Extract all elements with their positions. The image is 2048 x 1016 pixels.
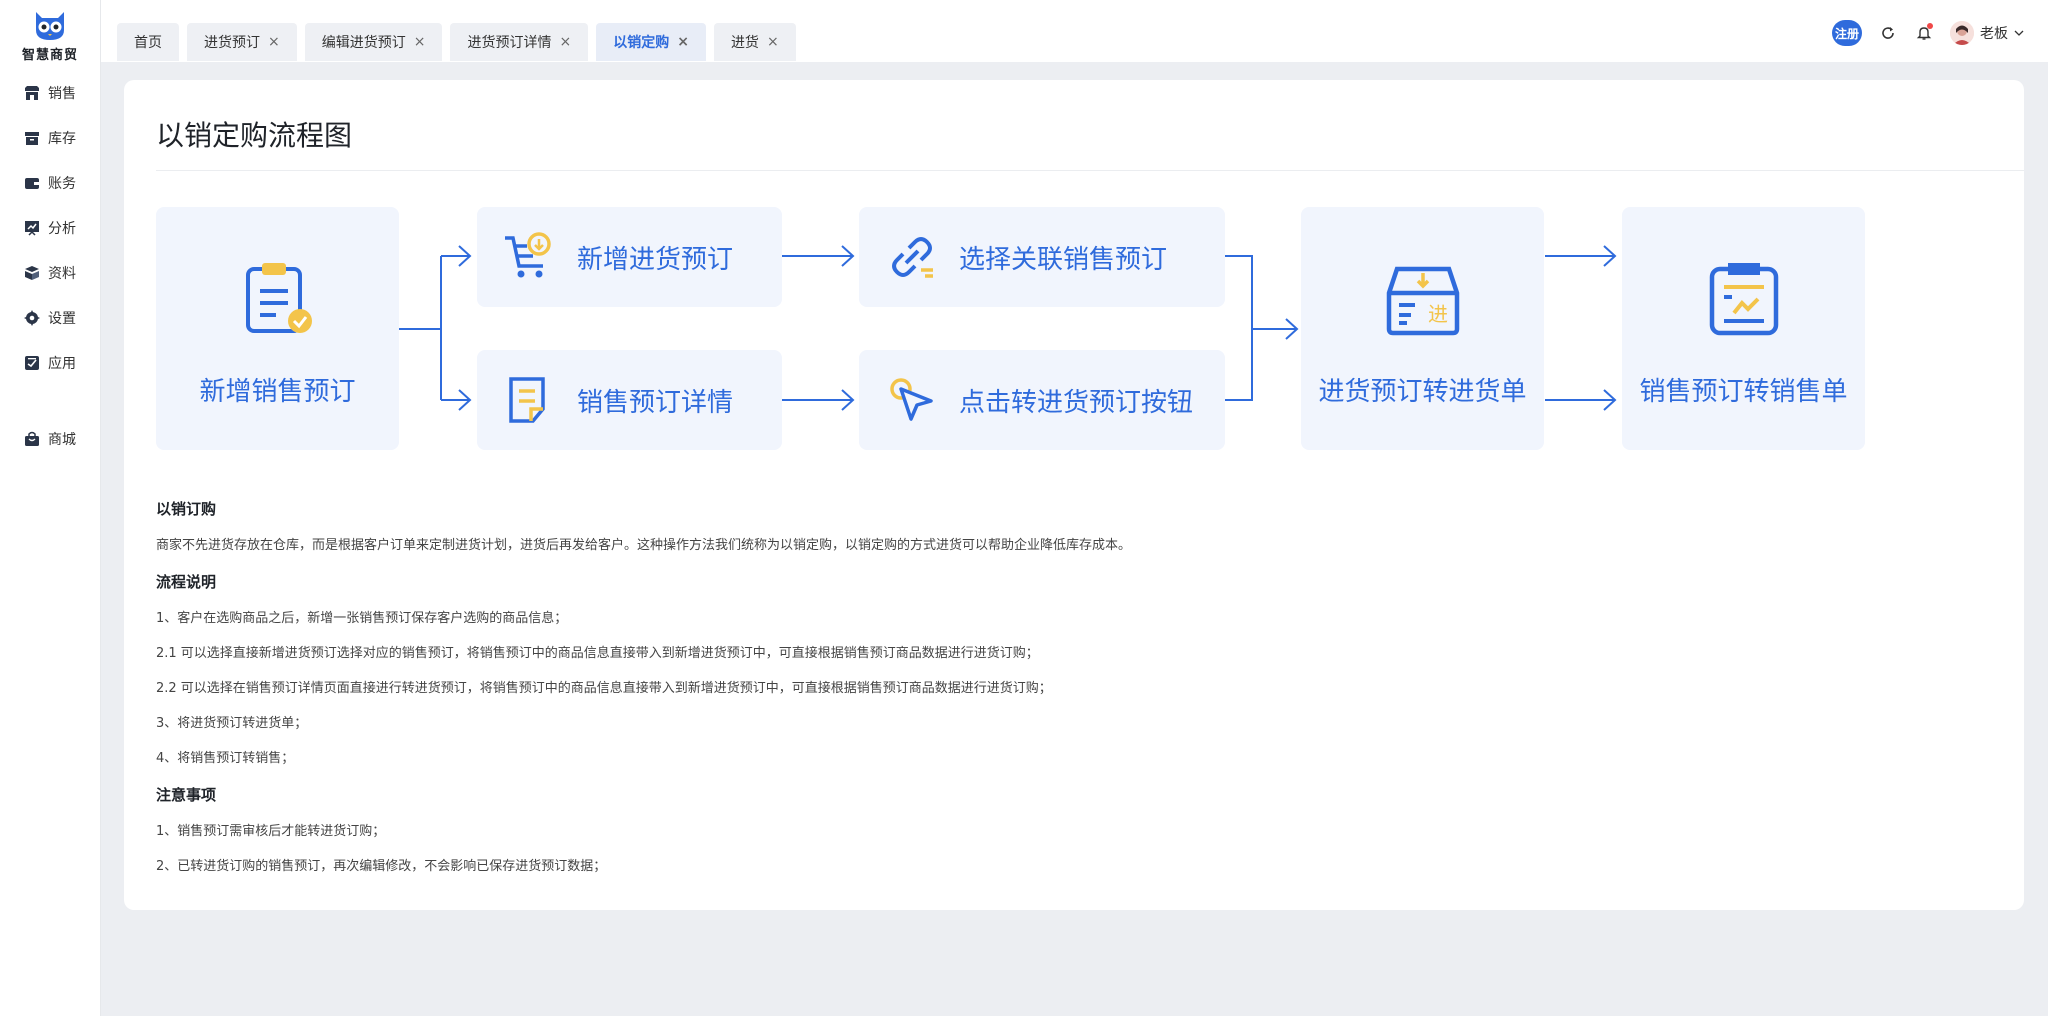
- owl-logo-icon: [36, 12, 64, 40]
- close-icon[interactable]: ×: [414, 34, 426, 50]
- sidebar: 智慧商贸 销售 库存 账务 分析 资料 设置 应用 商城: [0, 0, 101, 1016]
- sidebar-item-label: 设置: [48, 311, 76, 327]
- sidebar-item-label: 资料: [48, 266, 76, 282]
- sidebar-item-label: 库存: [48, 131, 76, 147]
- close-icon[interactable]: ×: [559, 34, 571, 50]
- gear-icon: [24, 310, 40, 326]
- sidebar-item-label: 销售: [48, 86, 76, 102]
- section-heading: 以销订购: [156, 500, 217, 518]
- note-item: 2、已转进货订购的销售预订，再次编辑修改，不会影响已保存进货预订数据；: [156, 859, 607, 874]
- tab-label: 进货预订: [204, 35, 260, 51]
- close-icon[interactable]: ×: [767, 34, 779, 50]
- main-card: 以销定购流程图 新增销售预订 新增进货预订 销售预订详情 选择关联销售预订 点击…: [124, 80, 2024, 910]
- sidebar-item-apps[interactable]: 应用: [24, 348, 76, 378]
- sidebar-item-analysis[interactable]: 分析: [24, 213, 76, 243]
- note-item: 1、销售预订需审核后才能转进货订购；: [156, 824, 386, 839]
- inventory-icon: [25, 132, 39, 145]
- sidebar-item-mall[interactable]: 商城: [24, 424, 76, 454]
- process-step: 3、将进货预订转进货单；: [156, 716, 308, 731]
- flow-step-sales-order-detail: 销售预订详情: [477, 350, 782, 450]
- jin-badge-text: 进: [1428, 302, 1448, 326]
- inbox-icon: 进: [1386, 266, 1459, 336]
- section-heading: 注意事项: [156, 786, 217, 804]
- bell-icon[interactable]: [1914, 23, 1934, 43]
- tab-label: 首页: [134, 35, 162, 51]
- sidebar-item-label: 账务: [48, 176, 76, 192]
- sidebar-item-inventory[interactable]: 库存: [24, 123, 76, 153]
- apps-icon: [25, 356, 39, 370]
- process-step: 2.2 可以选择在销售预订详情页面直接进行转进货预订，将销售预订中的商品信息直接…: [156, 681, 1052, 696]
- chart-clipboard-icon: [1709, 263, 1778, 336]
- register-badge[interactable]: 注册: [1832, 20, 1862, 46]
- close-icon[interactable]: ×: [677, 34, 689, 50]
- document-icon: [509, 377, 545, 423]
- notification-dot: [1927, 23, 1933, 29]
- process-step: 2.1 可以选择直接新增进货预订选择对应的销售预订，将销售预订中的商品信息直接带…: [156, 646, 1039, 661]
- tab-home[interactable]: 首页: [117, 23, 179, 61]
- sidebar-item-sales[interactable]: 销售: [24, 78, 76, 108]
- user-menu[interactable]: 老板: [1950, 21, 2024, 45]
- flow-step-label: 销售预订详情: [577, 387, 734, 418]
- process-step: 4、将销售预订转销售；: [156, 751, 295, 766]
- flow-step-new-purchase-order: 新增进货预订: [477, 207, 782, 307]
- tab-label: 进货: [730, 35, 759, 51]
- flow-step-new-sales-order: 新增销售预订: [156, 207, 399, 450]
- tab-edit-purchase-order[interactable]: 编辑进货预订 ×: [304, 23, 443, 61]
- tab-label: 进货预订详情: [467, 35, 552, 51]
- sidebar-item-data[interactable]: 资料: [24, 258, 76, 288]
- close-icon[interactable]: ×: [268, 34, 280, 50]
- process-step: 1、客户在选购商品之后，新增一张销售预订保存客户选购的商品信息；: [156, 611, 568, 626]
- flow-step-sales-to-sale-slip: 销售预订转销售单: [1622, 207, 1865, 450]
- flow-step-click-convert-button: 点击转进货预订按钮: [859, 350, 1225, 450]
- chevron-down-icon: [2014, 30, 2024, 36]
- flow-step-label: 新增销售预订: [199, 377, 356, 407]
- tab-label: 编辑进货预订: [321, 35, 406, 51]
- flow-step-label: 进货预订转进货单: [1318, 377, 1527, 407]
- sidebar-item-accounts[interactable]: 账务: [24, 168, 76, 198]
- link-icon: [892, 237, 933, 278]
- avatar: [1950, 21, 1974, 45]
- flow-step-select-linked-sales: 选择关联销售预订: [859, 207, 1225, 307]
- tab-purchase-order-detail[interactable]: 进货预订详情 ×: [450, 23, 589, 61]
- sidebar-item-settings[interactable]: 设置: [24, 303, 76, 333]
- analysis-icon: [25, 221, 39, 236]
- tab-purchase[interactable]: 进货 ×: [713, 23, 796, 61]
- sidebar-item-label: 商城: [48, 432, 76, 448]
- header-actions: 注册 老板: [1832, 20, 2024, 46]
- store-icon: [25, 86, 39, 100]
- flow-step-label: 点击转进货预订按钮: [959, 387, 1194, 418]
- flow-step-label: 新增进货预订: [577, 244, 734, 275]
- data-icon: [25, 266, 39, 280]
- flow-step-label: 选择关联销售预订: [959, 244, 1168, 275]
- flow-step-label: 销售预订转销售单: [1639, 377, 1848, 407]
- refresh-icon[interactable]: [1878, 23, 1898, 43]
- section-paragraph: 商家不先进货存放在仓库，而是根据客户订单来定制进货计划，进货后再发给客户。这种操…: [156, 538, 1132, 553]
- app-name: 智慧商贸: [21, 48, 78, 63]
- description-section: 以销订购 商家不先进货存放在仓库，而是根据客户订单来定制进货计划，进货后再发给客…: [156, 490, 1986, 884]
- clipboard-check-icon: [245, 263, 312, 333]
- cursor-click-icon: [890, 378, 933, 421]
- tab-bar: 首页 进货预订 × 编辑进货预订 × 进货预订详情 × 以销定购 × 进货 ×: [117, 23, 796, 61]
- sidebar-item-label: 应用: [48, 356, 76, 372]
- wallet-icon: [25, 178, 39, 189]
- section-heading: 流程说明: [156, 573, 217, 591]
- cart-icon: [505, 232, 551, 278]
- flow-step-purchase-to-receipt: 进 进货预订转进货单: [1301, 207, 1544, 450]
- shopping-bag-icon: [25, 431, 39, 446]
- sidebar-item-label: 分析: [48, 221, 76, 237]
- app-logo[interactable]: 智慧商贸: [0, 8, 100, 63]
- user-name: 老板: [1980, 26, 2008, 42]
- tab-purchase-order[interactable]: 进货预订 ×: [187, 23, 297, 61]
- tab-sales-based-purchasing[interactable]: 以销定购 ×: [596, 23, 706, 61]
- tab-label: 以销定购: [613, 35, 670, 51]
